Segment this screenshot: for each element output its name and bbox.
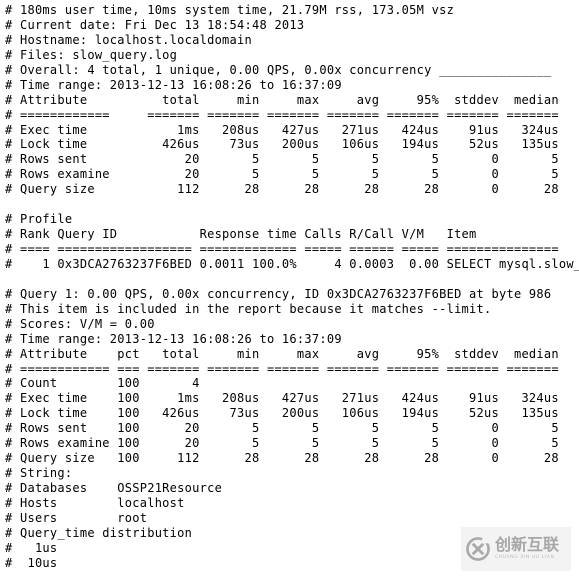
terminal-line: # Profile	[5, 212, 73, 227]
terminal-line: # ============ ======= ======= ======= =…	[5, 107, 559, 122]
terminal-line: # Lock time 426us 73us 200us 106us 194us…	[5, 137, 559, 152]
terminal-line: # Files: slow_query.log	[5, 47, 178, 62]
terminal-line: # Users root	[5, 510, 148, 525]
terminal-line: # Rows examine 100 20 5 5 5 5 0 5	[5, 436, 559, 451]
terminal-line: # Query size 112 28 28 28 28 0 28	[5, 182, 559, 197]
terminal-line: # 10us	[5, 555, 58, 570]
terminal-line: # ==== ================== ============= …	[5, 242, 559, 256]
terminal-line: # 1 0x3DCA2763237F6BED 0.0011 100.0% 4 0…	[5, 256, 579, 271]
terminal-line: # Time range: 2013-12-13 16:08:26 to 16:…	[5, 331, 342, 346]
terminal-line: # Lock time 100 426us 73us 200us 106us 1…	[5, 406, 559, 421]
terminal-line: # Rows sent 20 5 5 5 5 0 5	[5, 152, 559, 167]
terminal-line: # Attribute total min max avg 95% stddev…	[5, 92, 559, 107]
terminal-output[interactable]: # 180ms user time, 10ms system time, 21.…	[0, 0, 579, 577]
terminal-line: # Time range: 2013-12-13 16:08:26 to 16:…	[5, 77, 342, 92]
terminal-line: # Rows examine 20 5 5 5 5 0 5	[5, 167, 559, 182]
terminal-line: # Databases OSSP21Resource	[5, 481, 223, 495]
terminal-line: # Hostname: localhost.localdomain	[5, 32, 252, 47]
terminal-line: # Hosts localhost	[5, 495, 185, 510]
terminal-line: # Scores: V/M = 0.00	[5, 316, 155, 331]
terminal-line: # This item is included in the report be…	[5, 301, 492, 316]
terminal-line: # Exec time 1ms 208us 427us 271us 424us …	[5, 122, 559, 137]
terminal-line: # Exec time 100 1ms 208us 427us 271us 42…	[5, 391, 559, 406]
terminal-line: # Rows sent 100 20 5 5 5 5 0 5	[5, 421, 559, 436]
terminal-line: # 1us	[5, 540, 58, 555]
terminal-line: # Query size 100 112 28 28 28 28 0 28	[5, 451, 559, 466]
terminal-line: # Query_time distribution	[5, 525, 193, 540]
terminal-line: # Query 1: 0.00 QPS, 0.00x concurrency, …	[5, 286, 552, 301]
terminal-line: # String:	[5, 466, 73, 481]
terminal-line: # 180ms user time, 10ms system time, 21.…	[5, 3, 455, 17]
terminal-line: # Count 100 4	[5, 376, 200, 391]
terminal-line: # Rank Query ID Response time Calls R/Ca…	[5, 227, 477, 242]
terminal-line: # Attribute pct total min max avg 95% st…	[5, 346, 559, 361]
terminal-line: # Overall: 4 total, 1 unique, 0.00 QPS, …	[5, 62, 552, 77]
terminal-line: # Current date: Fri Dec 13 18:54:48 2013	[5, 17, 305, 32]
terminal-line: # ============ === ======= ======= =====…	[5, 361, 559, 376]
